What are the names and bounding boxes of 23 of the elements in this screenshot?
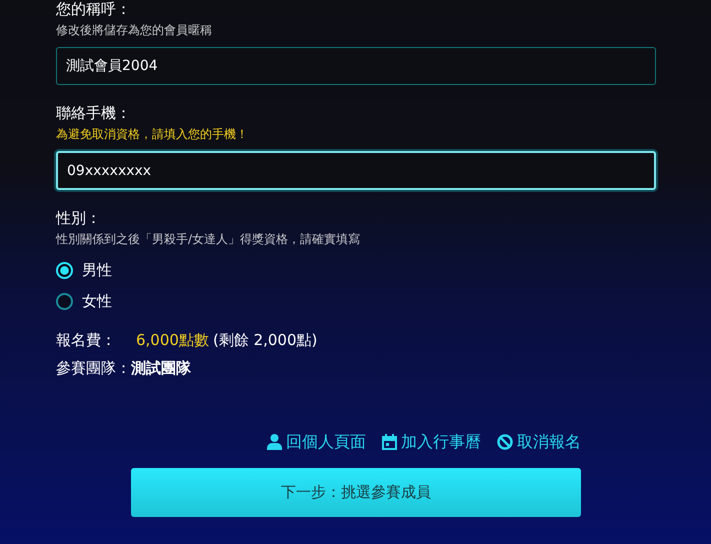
- phone-field[interactable]: 09xxxxxxxx: [56, 151, 656, 190]
- remaining-points: (剩餘 2,000點): [212, 331, 318, 350]
- calendar-icon: [382, 434, 397, 450]
- nickname-field[interactable]: 測試會員2004: [56, 47, 656, 85]
- fee-amount: 6,000點數: [136, 331, 209, 350]
- action-link[interactable]: 加入行事曆: [382, 432, 481, 452]
- user-icon: [267, 434, 282, 450]
- field-hint: 修改後將儲存為您的會員暱稱: [56, 22, 213, 38]
- field-label: 您的稱呼：: [56, 0, 132, 18]
- action-link[interactable]: 回個人頁面: [267, 432, 366, 452]
- radio-label: 女性: [82, 292, 112, 311]
- field-label: 性別：: [56, 209, 102, 227]
- fee-label: 報名費：: [56, 331, 117, 350]
- warning-text: 為避免取消資格，請填入您的手機！: [56, 126, 249, 142]
- team-name: 測試團隊: [131, 359, 191, 378]
- action-link[interactable]: 取消報名: [497, 432, 581, 452]
- next-button[interactable]: 下一步：挑選參賽成員: [131, 468, 581, 517]
- field-label: 聯絡手機：: [56, 104, 132, 122]
- radio-button[interactable]: [56, 293, 73, 310]
- team-label: 參賽團隊：: [56, 359, 131, 378]
- prohibited-icon: [497, 434, 513, 450]
- radio-label: 男性: [82, 261, 112, 280]
- field-hint: 性別關係到之後「男殺手/女達人」得獎資格，請確實填寫: [56, 231, 362, 247]
